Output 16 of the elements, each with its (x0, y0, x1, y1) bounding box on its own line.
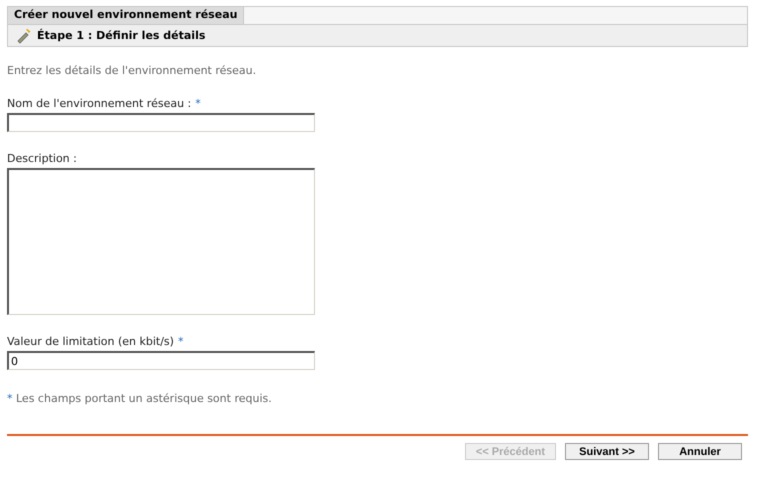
wand-icon (16, 28, 32, 44)
wizard-button[interactable]: Suivant >> (565, 443, 649, 460)
input-field[interactable]: 0 (7, 351, 315, 370)
required-note: Les champs portant un astérisque sont requis. (16, 392, 272, 405)
wizard-button[interactable]: Annuler (658, 443, 742, 460)
description-field[interactable] (7, 168, 315, 315)
input-field[interactable] (7, 113, 315, 132)
required-mark: * (7, 392, 12, 405)
window-title: Créer nouvel environnement réseau (8, 7, 244, 24)
field-label: Description : (7, 152, 77, 165)
field-label: Nom de l'environnement réseau : (7, 97, 192, 110)
required-mark: * (178, 335, 184, 348)
required-mark: * (195, 97, 201, 110)
field-label: Valeur de limitation (en kbit/s) (7, 335, 174, 348)
step-title: Étape 1 : Définir les détails (37, 29, 206, 42)
intro-text: Entrez les détails de l'environnement réseau. (7, 64, 258, 77)
